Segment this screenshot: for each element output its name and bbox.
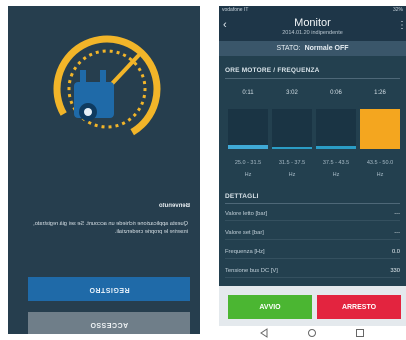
hours-value: 1:26 (374, 90, 386, 96)
divider (225, 78, 400, 79)
login-button[interactable]: ACCESSO (28, 312, 190, 334)
hours-bar-fill (360, 109, 400, 149)
android-nav-bar (219, 326, 406, 340)
app-logo (53, 35, 161, 143)
page-title: Monitor (294, 17, 331, 29)
app-header: ‹ Monitor 2014.01.20 indipendente ⋮ (219, 15, 406, 41)
nav-recents-icon[interactable] (355, 328, 365, 338)
start-button[interactable]: AVVIO (228, 295, 312, 319)
welcome-text: Questa applicazione richiede un account.… (33, 221, 188, 235)
welcome-screen: Benvenuto Questa applicazione richiede u… (8, 6, 200, 334)
battery-label: 32% (392, 7, 403, 13)
frequency-unit: Hz (376, 172, 384, 178)
detail-value: --- (394, 229, 400, 236)
details-section-title: DETTAGLI (225, 193, 259, 200)
hours-section-title: ORE MOTORE / FREQUENZA (225, 67, 320, 74)
state-value: Normale OFF (304, 45, 349, 52)
welcome-title: Benvenuto (158, 203, 190, 209)
detail-label: Frequenza [Hz] (225, 248, 265, 255)
stop-button[interactable]: ARRESTO (317, 295, 401, 319)
status-bar: vodafone IT 32% (219, 6, 406, 15)
hours-bar (228, 109, 268, 149)
hours-bar (316, 109, 356, 149)
detail-value: 330 (390, 267, 400, 274)
detail-label: Tensione bus DC [V] (225, 267, 278, 274)
detail-row: Frequenza [Hz] 0.0 (225, 245, 400, 259)
frequency-range: 31.5 - 37.5 (278, 160, 306, 166)
detail-row: Valore set [bar] --- (225, 226, 400, 240)
hours-value: 3:02 (286, 90, 298, 96)
hours-value: 0:11 (242, 90, 254, 96)
hours-value: 0:06 (330, 90, 342, 96)
nav-home-icon[interactable] (307, 328, 317, 338)
detail-label: Valore letto [bar] (225, 210, 268, 217)
hours-bar-fill (316, 145, 356, 149)
hours-bar (360, 109, 400, 149)
carrier-label: vodafone IT (222, 7, 249, 13)
page-subtitle: 2014.01.20 indipendente (282, 30, 343, 36)
detail-label: Valore set [bar] (225, 229, 264, 236)
frequency-unit: Hz (288, 172, 296, 178)
hours-bar-fill (272, 147, 312, 149)
register-button[interactable]: REGISTRO (28, 277, 190, 301)
login-button-label: ACCESSO (89, 320, 129, 328)
monitor-screen: vodafone IT 32% ‹ Monitor 2014.01.20 ind… (219, 6, 406, 340)
status-strip: STATO: Normale OFF (219, 41, 406, 56)
detail-row: Tensione bus DC [V] 330 (225, 264, 400, 278)
hours-bar-fill (228, 145, 268, 149)
detail-row: Valore letto [bar] --- (225, 207, 400, 221)
hours-bar (272, 109, 312, 149)
frequency-range: 37.5 - 43.5 (322, 160, 350, 166)
state-label: STATO: (276, 45, 301, 52)
frequency-range: 25.0 - 31.5 (234, 160, 262, 166)
register-button-label: REGISTRO (88, 285, 130, 293)
frequency-unit: Hz (244, 172, 252, 178)
frequency-range: 43.5 - 50.0 (366, 160, 394, 166)
frequency-unit: Hz (332, 172, 340, 178)
nav-back-icon[interactable] (259, 328, 269, 338)
overflow-menu-icon[interactable]: ⋮ (397, 19, 406, 33)
detail-value: 0.0 (391, 248, 400, 255)
divider (225, 203, 400, 204)
detail-value: --- (394, 210, 400, 217)
